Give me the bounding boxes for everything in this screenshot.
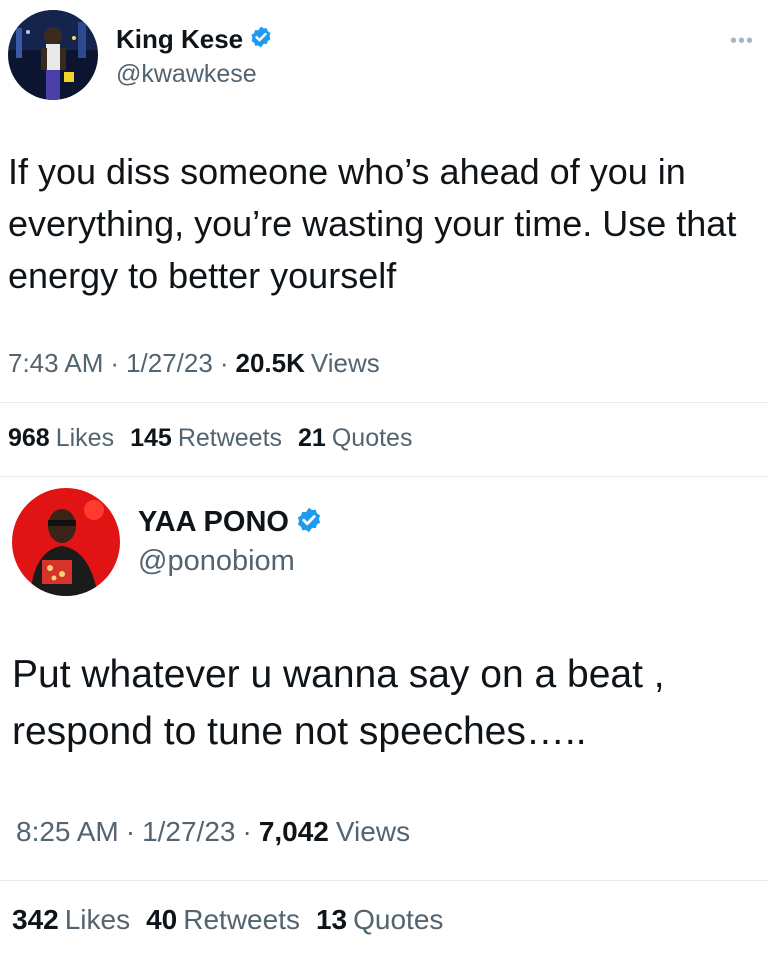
quotes-count: 21 [298, 424, 326, 452]
quotes-label: Quotes [331, 424, 413, 452]
divider [0, 476, 768, 477]
tweet-meta: 7:43 AM · 1/27/23 · 20.5K Views [8, 348, 380, 379]
quotes-count: 13 [315, 904, 348, 935]
retweets-count: 40 [146, 904, 178, 935]
tweet-text: Put whatever u wanna say on a beat , res… [12, 653, 676, 753]
meta-separator: · [242, 816, 252, 847]
author-row: YAA PONO [138, 506, 323, 539]
verified-badge-icon [249, 25, 273, 54]
author-name[interactable]: YAA PONO [138, 506, 289, 539]
views-label: Views [310, 348, 380, 378]
tweet-date[interactable]: 1/27/23 [126, 348, 213, 379]
likes-count: 968 [8, 424, 50, 452]
tweet-text: If you diss someone who’s ahead of you i… [8, 151, 747, 296]
tweet-stats: 968 Likes 145 Retweets 21 Quotes [8, 424, 428, 453]
views-label: Views [335, 816, 411, 847]
likes-count: 342 [12, 904, 59, 935]
tweet-time[interactable]: 7:43 AM [8, 348, 103, 379]
retweets-label: Retweets [183, 904, 300, 935]
divider [0, 402, 768, 403]
more-options-icon[interactable]: ••• [730, 30, 754, 53]
tweet-stats: 342 Likes 40 Retweets 13 Quotes [12, 904, 459, 936]
author-name[interactable]: King Kese [116, 24, 243, 55]
likes-stat[interactable]: 342 Likes [12, 904, 130, 936]
views-count: 7,042 [258, 816, 329, 847]
retweets-stat[interactable]: 40 Retweets [146, 904, 300, 936]
views-count: 20.5K [235, 348, 305, 378]
meta-separator: · [219, 348, 229, 378]
avatar-photo [12, 488, 120, 596]
verified-badge-icon [295, 506, 323, 539]
quotes-stat[interactable]: 21 Quotes [298, 424, 412, 453]
author-handle[interactable]: @kwawkese [116, 60, 257, 89]
retweets-label: Retweets [177, 424, 283, 452]
avatar-yaa-pono[interactable] [12, 488, 120, 596]
meta-separator: · [125, 816, 136, 847]
tweet-meta: 8:25 AM · 1/27/23 · 7,042 Views [16, 816, 410, 848]
tweet-date[interactable]: 1/27/23 [142, 816, 235, 848]
quotes-label: Quotes [353, 904, 444, 935]
avatar-photo [8, 10, 98, 100]
retweets-count: 145 [130, 424, 172, 452]
avatar-king-kese[interactable] [8, 10, 98, 100]
meta-separator: · [110, 348, 120, 378]
likes-label: Likes [55, 424, 115, 452]
tweet-time[interactable]: 8:25 AM [16, 816, 119, 848]
quotes-stat[interactable]: 13 Quotes [316, 904, 443, 936]
likes-label: Likes [64, 904, 131, 935]
likes-stat[interactable]: 968 Likes [8, 424, 114, 453]
divider [0, 880, 768, 881]
retweets-stat[interactable]: 145 Retweets [130, 424, 282, 453]
author-handle[interactable]: @ponobiom [138, 545, 295, 578]
author-row: King Kese [116, 24, 273, 55]
